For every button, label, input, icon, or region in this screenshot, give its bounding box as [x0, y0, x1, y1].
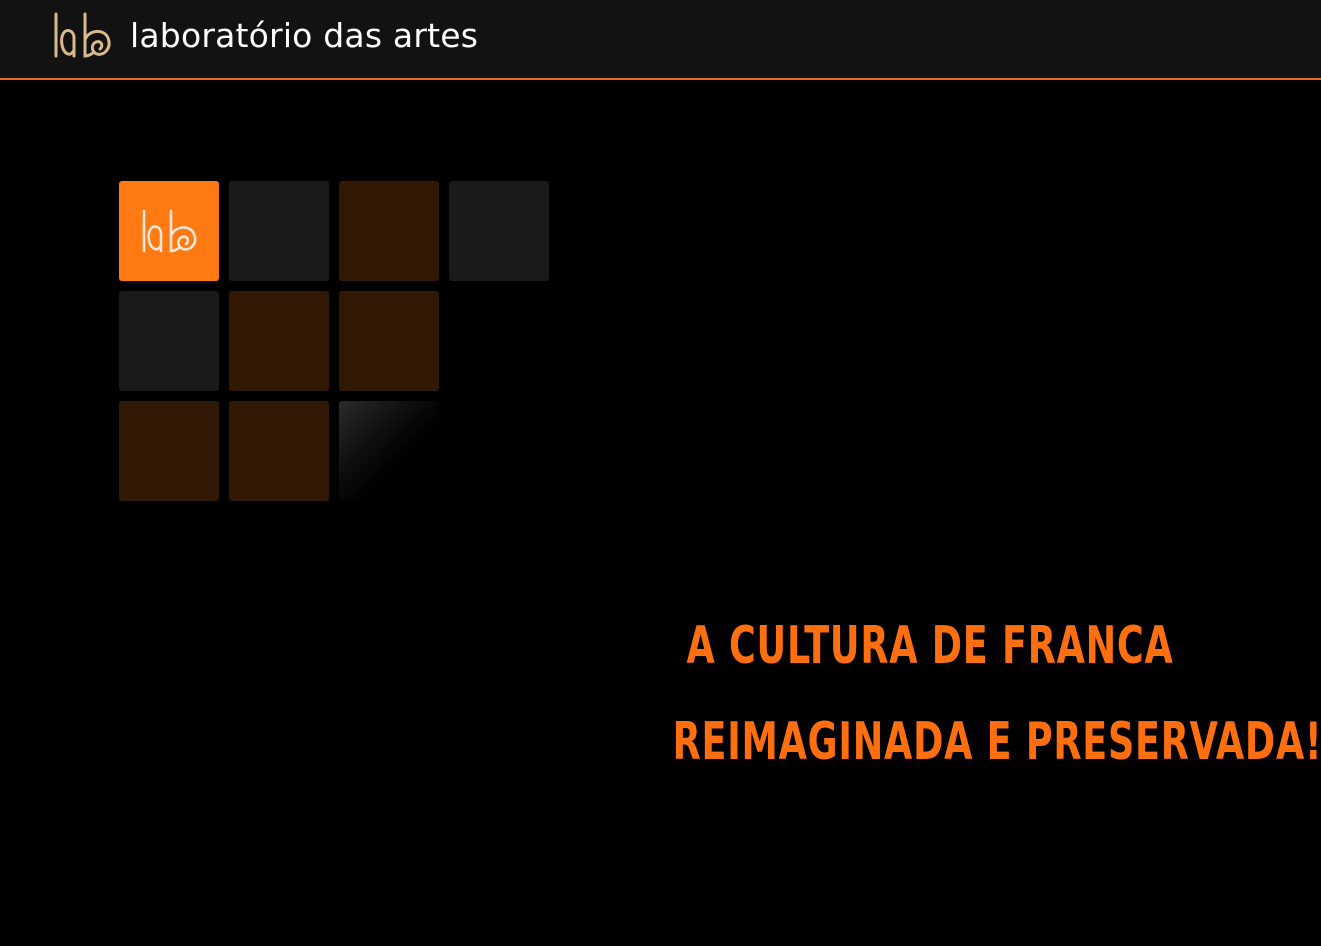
- grid-tile: [229, 181, 329, 281]
- lab-logo-icon: [142, 209, 197, 253]
- grid-tile: [449, 181, 549, 281]
- site-title: laboratório das artes: [130, 16, 479, 55]
- grid-tile: [339, 181, 439, 281]
- grid-tile: [229, 401, 329, 501]
- grid-tile: [119, 401, 219, 501]
- grid-tile-fading: [339, 401, 439, 501]
- tagline-line-2: Reimaginada e Preservada!: [672, 712, 1321, 772]
- tile-grid: [119, 181, 549, 501]
- grid-tile-logo[interactable]: [119, 181, 219, 281]
- grid-tile: [229, 291, 329, 391]
- tagline-line-1: A Cultura de Franca: [686, 616, 1174, 676]
- site-header: laboratório das artes: [0, 0, 1321, 80]
- home-link[interactable]: laboratório das artes: [52, 12, 478, 60]
- grid-tile: [119, 291, 219, 391]
- lab-logo-icon: [54, 12, 111, 58]
- hero-tagline: A Cultura de Franca Reimaginada e Preser…: [600, 598, 1321, 790]
- grid-tile: [339, 291, 439, 391]
